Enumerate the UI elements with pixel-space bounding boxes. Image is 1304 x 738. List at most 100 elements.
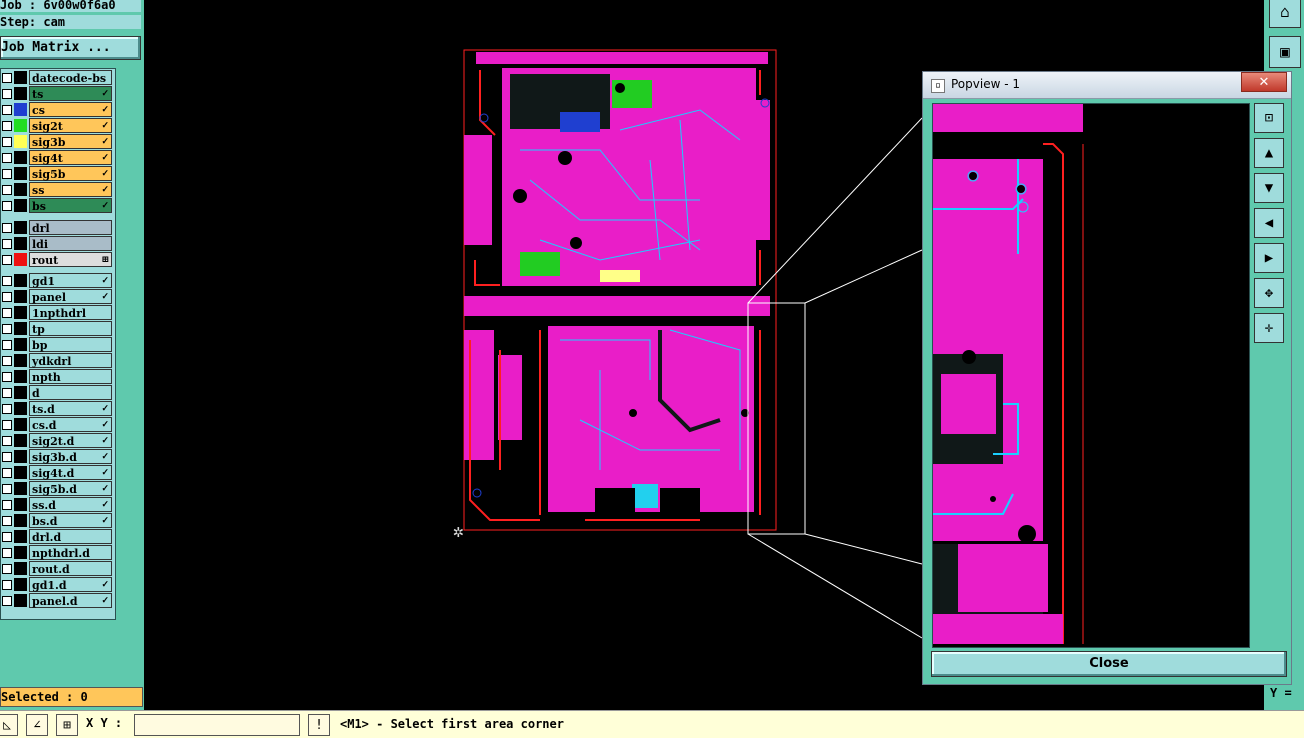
- layer-row-bs.d[interactable]: bs.d ✓: [1, 513, 115, 529]
- layer-color-swatch[interactable]: [14, 338, 27, 351]
- layer-color-swatch[interactable]: [14, 103, 27, 116]
- window-close-icon[interactable]: ✕: [1241, 72, 1287, 92]
- layer-row-1npthdrl[interactable]: 1npthdrl: [1, 305, 115, 321]
- layer-name[interactable]: sig3b ✓: [29, 134, 112, 149]
- layer-checkbox[interactable]: [2, 596, 12, 606]
- layer-name[interactable]: sig5b ✓: [29, 166, 112, 181]
- grid-icon[interactable]: ⊞: [56, 714, 78, 736]
- layer-row-panel[interactable]: panel ✓: [1, 289, 115, 305]
- layer-name[interactable]: ss.d ✓: [29, 497, 112, 512]
- layer-color-swatch[interactable]: [14, 562, 27, 575]
- layer-color-swatch[interactable]: [14, 402, 27, 415]
- layer-checkbox[interactable]: [2, 89, 12, 99]
- layer-row-d[interactable]: d: [1, 385, 115, 401]
- layer-row-sig2t.d[interactable]: sig2t.d ✓: [1, 433, 115, 449]
- layer-checkbox[interactable]: [2, 372, 12, 382]
- layer-color-swatch[interactable]: [14, 119, 27, 132]
- layer-row-sig4t.d[interactable]: sig4t.d ✓: [1, 465, 115, 481]
- layer-color-swatch[interactable]: [14, 274, 27, 287]
- layer-row-npthdrl.d[interactable]: npthdrl.d: [1, 545, 115, 561]
- home-icon[interactable]: ⌂: [1269, 0, 1301, 28]
- layer-checkbox[interactable]: [2, 137, 12, 147]
- layer-checkbox[interactable]: [2, 420, 12, 430]
- layer-color-swatch[interactable]: [14, 167, 27, 180]
- layer-color-swatch[interactable]: [14, 450, 27, 463]
- layer-row-panel.d[interactable]: panel.d ✓: [1, 593, 115, 609]
- layer-name[interactable]: datecode-bs: [29, 70, 112, 85]
- layer-color-swatch[interactable]: [14, 482, 27, 495]
- layer-color-swatch[interactable]: [14, 386, 27, 399]
- layer-name[interactable]: ldi: [29, 236, 112, 251]
- layer-color-swatch[interactable]: [14, 354, 27, 367]
- zoom-out-icon[interactable]: ✥: [1254, 278, 1284, 308]
- layer-name[interactable]: tp: [29, 321, 112, 336]
- layer-color-swatch[interactable]: [14, 434, 27, 447]
- layer-row-sig2t[interactable]: sig2t ✓: [1, 118, 115, 134]
- layer-row-ts[interactable]: ts ✓: [1, 86, 115, 102]
- layer-checkbox[interactable]: [2, 580, 12, 590]
- layer-color-swatch[interactable]: [14, 370, 27, 383]
- layer-checkbox[interactable]: [2, 452, 12, 462]
- layer-color-swatch[interactable]: [14, 151, 27, 164]
- layer-name[interactable]: gd1 ✓: [29, 273, 112, 288]
- layer-checkbox[interactable]: [2, 564, 12, 574]
- layer-checkbox[interactable]: [2, 356, 12, 366]
- layer-checkbox[interactable]: [2, 532, 12, 542]
- layer-row-cs[interactable]: cs ✓: [1, 102, 115, 118]
- layer-color-swatch[interactable]: [14, 221, 27, 234]
- angle-icon[interactable]: ∠: [26, 714, 48, 736]
- layer-name[interactable]: panel ✓: [29, 289, 112, 304]
- layer-color-swatch[interactable]: [14, 253, 27, 266]
- layer-color-swatch[interactable]: [14, 514, 27, 527]
- layer-row-ss.d[interactable]: ss.d ✓: [1, 497, 115, 513]
- layer-name[interactable]: bp: [29, 337, 112, 352]
- layer-row-gd1.d[interactable]: gd1.d ✓: [1, 577, 115, 593]
- layer-color-swatch[interactable]: [14, 199, 27, 212]
- layer-color-swatch[interactable]: [14, 306, 27, 319]
- layer-name[interactable]: sig2t.d ✓: [29, 433, 112, 448]
- close-button[interactable]: Close: [931, 651, 1287, 677]
- layer-checkbox[interactable]: [2, 484, 12, 494]
- alert-icon[interactable]: !: [308, 714, 330, 736]
- layer-checkbox[interactable]: [2, 185, 12, 195]
- layer-color-swatch[interactable]: [14, 135, 27, 148]
- layer-color-swatch[interactable]: [14, 578, 27, 591]
- layer-name[interactable]: sig3b.d ✓: [29, 449, 112, 464]
- layer-row-gd1[interactable]: gd1 ✓: [1, 273, 115, 289]
- pan-down-icon[interactable]: ▼: [1254, 173, 1284, 203]
- layer-row-sig4t[interactable]: sig4t ✓: [1, 150, 115, 166]
- layer-color-swatch[interactable]: [14, 237, 27, 250]
- layer-row-sig3b.d[interactable]: sig3b.d ✓: [1, 449, 115, 465]
- layer-color-swatch[interactable]: [14, 594, 27, 607]
- measure-icon[interactable]: ◺: [0, 714, 18, 736]
- layer-name[interactable]: ss ✓: [29, 182, 112, 197]
- layer-checkbox[interactable]: [2, 500, 12, 510]
- layer-checkbox[interactable]: [2, 255, 12, 265]
- layer-row-tp[interactable]: tp: [1, 321, 115, 337]
- layer-color-swatch[interactable]: [14, 183, 27, 196]
- layer-checkbox[interactable]: [2, 340, 12, 350]
- layer-checkbox[interactable]: [2, 292, 12, 302]
- panel-toggle-icon[interactable]: ▣: [1269, 36, 1301, 68]
- layer-checkbox[interactable]: [2, 239, 12, 249]
- layer-name[interactable]: sig2t ✓: [29, 118, 112, 133]
- layer-row-ss[interactable]: ss ✓: [1, 182, 115, 198]
- layer-row-bp[interactable]: bp: [1, 337, 115, 353]
- job-matrix-button[interactable]: Job Matrix ...: [0, 36, 141, 60]
- layer-name[interactable]: npth: [29, 369, 112, 384]
- layer-name[interactable]: rout.d: [29, 561, 112, 576]
- layer-checkbox[interactable]: [2, 73, 12, 83]
- zoom-in-icon[interactable]: ✛: [1254, 313, 1284, 343]
- layer-row-drl[interactable]: drl: [1, 220, 115, 236]
- layer-row-npth[interactable]: npth: [1, 369, 115, 385]
- layer-row-cs.d[interactable]: cs.d ✓: [1, 417, 115, 433]
- layer-name[interactable]: drl.d: [29, 529, 112, 544]
- layer-checkbox[interactable]: [2, 436, 12, 446]
- popview-titlebar[interactable]: ▫ Popview - 1 ✕: [923, 72, 1291, 99]
- layer-color-swatch[interactable]: [14, 418, 27, 431]
- layer-row-datecode-bs[interactable]: datecode-bs: [1, 70, 115, 86]
- layer-row-sig5b.d[interactable]: sig5b.d ✓: [1, 481, 115, 497]
- layer-name[interactable]: bs.d ✓: [29, 513, 112, 528]
- layer-checkbox[interactable]: [2, 324, 12, 334]
- layer-name[interactable]: cs ✓: [29, 102, 112, 117]
